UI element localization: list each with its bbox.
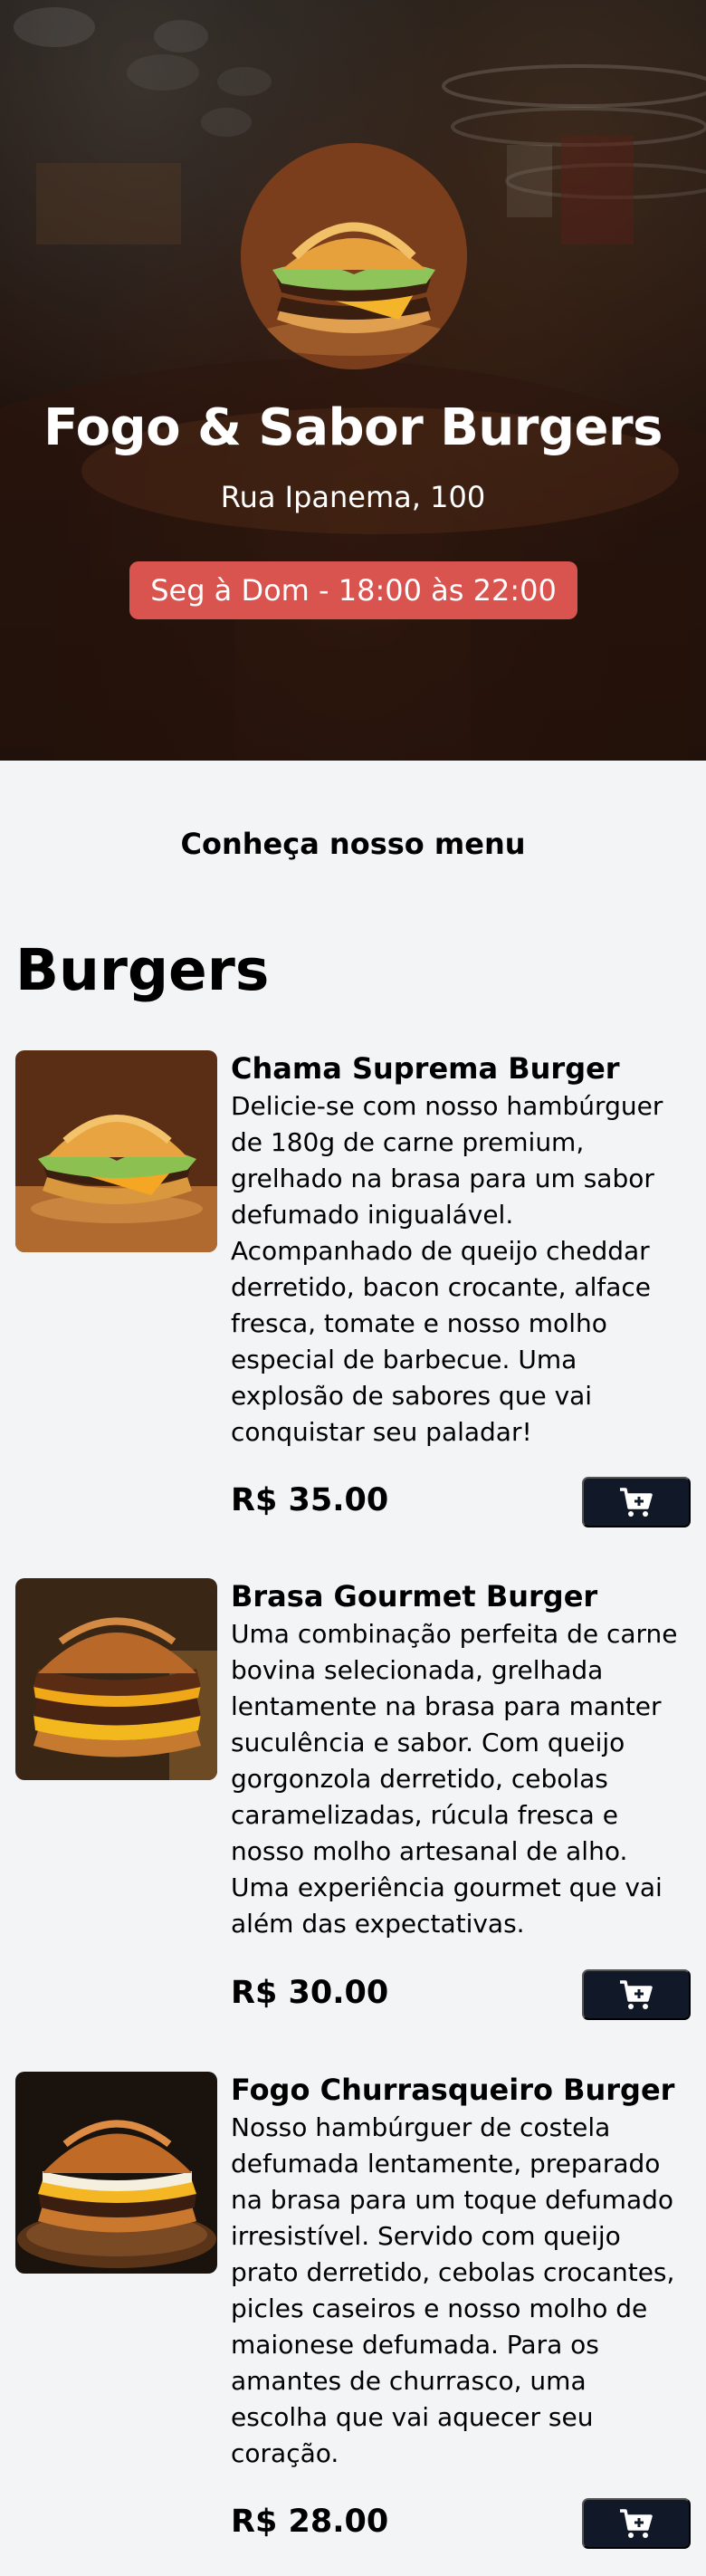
product-image xyxy=(15,1578,217,1780)
add-to-cart-icon xyxy=(620,1488,653,1517)
add-to-cart-button[interactable] xyxy=(582,2498,691,2549)
restaurant-logo xyxy=(241,143,467,369)
product-card: Brasa Gourmet Burger Uma combinação perf… xyxy=(15,1578,691,2022)
product-image xyxy=(15,1050,217,1252)
product-price: R$ 30.00 xyxy=(231,1975,389,2011)
add-to-cart-button[interactable] xyxy=(582,1477,691,1527)
product-name: Chama Suprema Burger xyxy=(231,1051,620,1086)
product-name: Fogo Churrasqueiro Burger xyxy=(231,2073,675,2107)
menu-heading: Conheça nosso menu xyxy=(180,827,526,861)
hero-banner: Fogo & Sabor Burgers Rua Ipanema, 100 Se… xyxy=(0,0,706,761)
add-to-cart-icon xyxy=(620,2509,653,2538)
restaurant-address: Rua Ipanema, 100 xyxy=(220,480,486,514)
product-card: Fogo Churrasqueiro Burger Nosso hambúrgu… xyxy=(15,2072,691,2561)
burger-logo-image xyxy=(241,143,467,369)
product-price: R$ 28.00 xyxy=(231,2504,389,2540)
product-card: Chama Suprema Burger Delicie-se com noss… xyxy=(15,1050,691,1530)
hero-overlay xyxy=(0,0,706,761)
product-image xyxy=(15,2072,217,2274)
category-title: Burgers xyxy=(15,937,270,1003)
opening-hours-badge: Seg à Dom - 18:00 às 22:00 xyxy=(129,561,577,619)
product-price: R$ 35.00 xyxy=(231,1482,389,1518)
product-description: Nosso hambúrguer de costela defumada len… xyxy=(231,2112,675,2468)
product-description: Uma combinação perfeita de carne bovina … xyxy=(231,1619,678,1939)
restaurant-name: Fogo & Sabor Burgers xyxy=(43,398,663,457)
add-to-cart-button[interactable] xyxy=(582,1969,691,2020)
add-to-cart-icon xyxy=(620,1980,653,2009)
product-name: Brasa Gourmet Burger xyxy=(231,1579,598,1614)
product-description: Delicie-se com nosso hambúrguer de 180g … xyxy=(231,1091,663,1447)
